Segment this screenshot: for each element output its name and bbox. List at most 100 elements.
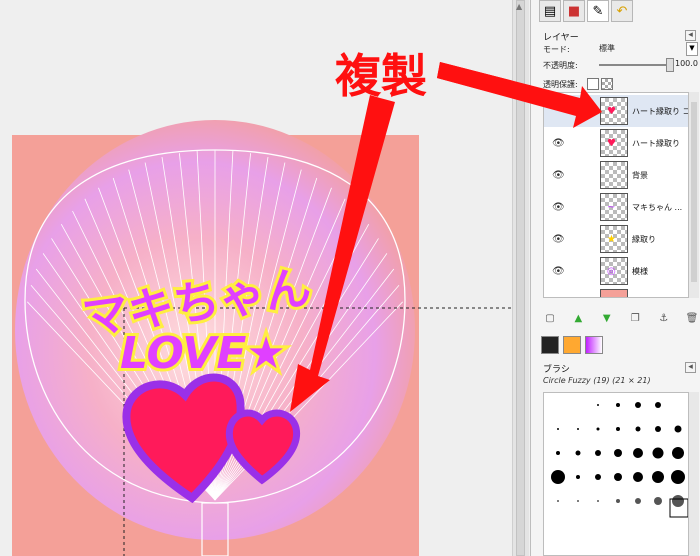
brush-preview <box>577 500 579 502</box>
canvas-vertical-scrollbar[interactable]: ▲ <box>512 0 529 556</box>
brush-preview <box>575 450 581 456</box>
tab-paths-icon[interactable]: ✎ <box>587 0 609 22</box>
annotation-label-duplicate: 複製 <box>335 49 427 103</box>
brush-preview <box>635 426 641 432</box>
layer-name[interactable]: 模様 <box>632 266 648 277</box>
layer-row[interactable] <box>544 287 688 297</box>
brush-preview <box>655 402 661 408</box>
image-canvas-area[interactable]: マキちゃん LOVE★ 複製 ▲ <box>0 0 530 556</box>
panel-title: レイヤー <box>543 33 579 43</box>
opacity-value[interactable]: 100.0 <box>675 59 698 68</box>
brush-preview <box>595 474 601 480</box>
brush-preview <box>616 499 620 503</box>
layers-list[interactable]: ♥ ハート縁取り コピー 👁 ♥ ハート縁取り 👁 背景 👁 ~ マキちゃん ... 👁 ★ 縁取り 👁 ◎… <box>543 92 689 298</box>
layers-scrollbar[interactable] <box>689 92 699 298</box>
layer-row[interactable]: 👁 ◎ 模様 <box>544 255 688 287</box>
brush-preview <box>674 425 682 433</box>
visibility-eye-icon[interactable]: 👁 <box>552 170 565 181</box>
layer-name[interactable]: 縁取り <box>632 234 656 245</box>
layer-row[interactable]: 👁 背景 <box>544 159 688 191</box>
brush-preview <box>633 472 643 482</box>
brush-preview <box>595 450 601 456</box>
layer-thumbnail[interactable]: ♥ <box>600 129 628 157</box>
opacity-slider-handle[interactable] <box>666 58 674 72</box>
opacity-slider[interactable] <box>599 64 669 66</box>
visibility-eye-icon[interactable]: 👁 <box>552 234 565 245</box>
layers-dock-panel: ▤ ■ ✎ ↶ レイヤー ◂ モード: 標準 ▼ 不透明度: 100.0 透明保… <box>530 0 700 556</box>
brush-preview <box>596 427 600 431</box>
layer-name[interactable]: ハート縁取り コピー <box>632 106 688 117</box>
layer-name[interactable]: ハート縁取り <box>632 138 680 149</box>
brush-tab-icon[interactable] <box>541 336 559 354</box>
lock-alpha-checkbox[interactable] <box>601 78 613 90</box>
brush-preview <box>616 427 620 431</box>
layer-name[interactable]: 背景 <box>632 170 648 181</box>
panel-config-icon[interactable]: ◂ <box>685 30 696 41</box>
chevron-down-icon[interactable]: ▼ <box>686 42 698 56</box>
layer-row[interactable]: 👁 ~ マキちゃん ... <box>544 191 688 223</box>
visibility-eye-icon[interactable]: 👁 <box>552 138 565 149</box>
brush-preview <box>655 426 661 432</box>
brush-preview <box>654 497 662 505</box>
layer-name[interactable]: マキちゃん ... <box>632 202 682 213</box>
brush-preview <box>557 500 559 502</box>
lock-label: 透明保護: <box>543 80 578 89</box>
layer-thumbnail[interactable]: ~ <box>600 193 628 221</box>
anchor-layer-icon[interactable]: ⚓ <box>657 312 671 326</box>
brush-preview <box>671 470 685 484</box>
delete-layer-icon[interactable]: 🗑 <box>685 312 699 326</box>
mode-label: モード: <box>543 45 570 54</box>
layer-thumbnail[interactable]: ★ <box>600 225 628 253</box>
duplicate-layer-icon[interactable]: ❐ <box>628 312 642 326</box>
brush-preview <box>672 447 684 459</box>
canvas-scroll-thumb[interactable] <box>516 0 525 556</box>
visibility-eye-icon[interactable]: 👁 <box>552 202 565 213</box>
brush-name: Circle Fuzzy (19) (21 × 21) <box>543 376 651 385</box>
lock-pixels-checkbox[interactable] <box>587 78 599 90</box>
layer-thumbnail[interactable]: ♥ <box>600 97 628 125</box>
brush-preview <box>635 402 641 408</box>
tab-layers-icon[interactable]: ▤ <box>539 0 561 22</box>
layer-row[interactable]: ♥ ハート縁取り コピー <box>544 95 688 127</box>
brush-preview <box>557 428 559 430</box>
brush-preview <box>652 471 664 483</box>
brush-preview <box>556 451 560 455</box>
brush-preview <box>597 404 599 406</box>
brushes-title: ブラシ <box>543 365 570 375</box>
lower-layer-icon[interactable]: ▼ <box>600 312 614 326</box>
opacity-label: 不透明度: <box>543 61 578 70</box>
brushes-scrollbar[interactable] <box>689 392 699 556</box>
layer-thumbnail[interactable]: ◎ <box>600 257 628 285</box>
visibility-eye-icon[interactable]: 👁 <box>552 266 565 277</box>
pattern-tab-icon[interactable] <box>563 336 581 354</box>
brushes-grid[interactable] <box>543 392 689 556</box>
brush-preview <box>597 500 599 502</box>
brush-preview <box>551 470 565 484</box>
dock-tabs: ▤ ■ ✎ ↶ <box>539 0 633 22</box>
layer-thumbnail[interactable] <box>600 161 628 189</box>
scroll-up-arrow-icon[interactable]: ▲ <box>516 2 522 11</box>
mode-select[interactable]: 標準 <box>599 42 700 55</box>
brush-preview <box>633 448 643 458</box>
brush-preview <box>672 495 684 507</box>
tab-channels-icon[interactable]: ■ <box>563 0 585 22</box>
raise-layer-icon[interactable]: ▲ <box>571 312 585 326</box>
gradient-tab-icon[interactable] <box>585 336 603 354</box>
new-layer-icon[interactable]: ▢ <box>543 312 557 326</box>
brushes-config-icon[interactable]: ◂ <box>685 362 696 373</box>
layer-thumbnail[interactable] <box>600 289 628 297</box>
layer-row[interactable]: 👁 ♥ ハート縁取り <box>544 127 688 159</box>
tab-undo-icon[interactable]: ↶ <box>611 0 633 22</box>
layer-row[interactable]: 👁 ★ 縁取り <box>544 223 688 255</box>
brush-preview <box>614 449 622 457</box>
brush-preview <box>614 473 622 481</box>
artwork-text-line2: LOVE★ <box>120 328 286 379</box>
image-canvas[interactable]: マキちゃん LOVE★ 複製 <box>0 0 530 556</box>
brush-preview <box>635 498 641 504</box>
brush-preview <box>616 403 620 407</box>
layer-buttons-bar: ▢ ▲ ▼ ❐ ⚓ 🗑 <box>543 312 699 326</box>
brush-preview <box>652 447 664 459</box>
brush-preview <box>576 475 580 479</box>
brush-tabs <box>541 336 603 354</box>
brush-preview <box>577 428 579 430</box>
